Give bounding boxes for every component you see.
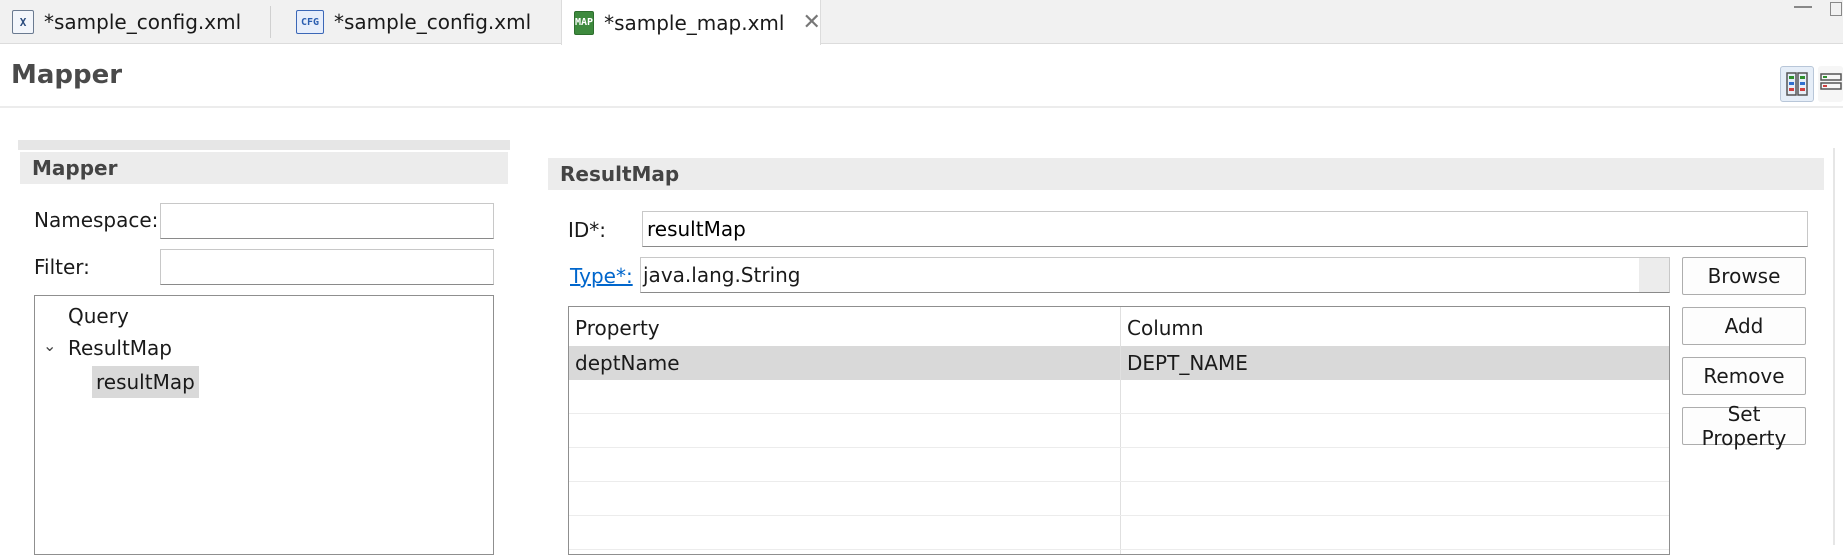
resultmap-section-header: ResultMap bbox=[548, 158, 1824, 190]
layout-list-icon bbox=[1819, 73, 1842, 90]
tab-sample-map-xml[interactable]: MAP *sample_map.xml ✕ bbox=[561, 0, 821, 45]
namespace-label: Namespace: bbox=[34, 208, 159, 232]
chevron-down-icon[interactable]: ⌄ bbox=[43, 336, 56, 355]
maximize-icon[interactable] bbox=[1830, 2, 1842, 16]
remove-button[interactable]: Remove bbox=[1682, 357, 1806, 395]
id-input[interactable] bbox=[642, 211, 1808, 247]
namespace-input[interactable] bbox=[160, 203, 494, 239]
layout-view-button[interactable] bbox=[1780, 66, 1814, 102]
minimize-icon[interactable] bbox=[1794, 6, 1812, 9]
id-label: ID*: bbox=[568, 218, 607, 242]
browse-button[interactable]: Browse bbox=[1682, 257, 1806, 295]
mapper-tree[interactable]: Query ⌄ ResultMap resultMap bbox=[34, 295, 494, 555]
column-header-property[interactable]: Property bbox=[569, 311, 1120, 345]
table-row-line bbox=[569, 481, 1669, 482]
type-value: java.lang.String bbox=[643, 263, 801, 287]
list-view-button[interactable] bbox=[1818, 66, 1843, 102]
table-cell-property[interactable]: deptName bbox=[569, 346, 1120, 380]
table-cell-column[interactable]: DEPT_NAME bbox=[1121, 346, 1669, 380]
tree-item-label: resultMap bbox=[96, 370, 195, 394]
table-row-line bbox=[569, 549, 1669, 550]
column-header-column[interactable]: Column bbox=[1121, 311, 1669, 345]
filter-input[interactable] bbox=[160, 249, 494, 285]
tree-item-query[interactable]: Query bbox=[68, 304, 129, 328]
tab-label: *sample_config.xml bbox=[334, 10, 532, 34]
tree-item-resultmap-child[interactable]: resultMap bbox=[92, 366, 199, 398]
section-title: Mapper bbox=[32, 156, 118, 180]
table-row-line bbox=[569, 515, 1669, 516]
tree-item-resultmap[interactable]: ResultMap bbox=[68, 336, 172, 360]
property-column-table[interactable]: Property Column deptName DEPT_NAME bbox=[568, 306, 1670, 555]
editor-tab-strip: X *sample_config.xml CFG *sample_config.… bbox=[0, 0, 1843, 45]
add-button[interactable]: Add bbox=[1682, 307, 1806, 345]
mapper-section-header: Mapper bbox=[20, 152, 508, 184]
table-row-line bbox=[569, 447, 1669, 448]
layout-grid-icon bbox=[1786, 72, 1808, 96]
tab-divider bbox=[270, 6, 271, 38]
tree-item-label: Query bbox=[68, 304, 129, 328]
section-title: ResultMap bbox=[560, 162, 680, 186]
type-input[interactable]: java.lang.String bbox=[640, 257, 1670, 293]
tab-label: *sample_config.xml bbox=[44, 10, 242, 34]
filter-label: Filter: bbox=[34, 255, 90, 279]
tab-sample-config-cfg[interactable]: CFG *sample_config.xml bbox=[284, 0, 531, 44]
panel-right-edge bbox=[1833, 148, 1835, 545]
set-property-button[interactable]: Set Property bbox=[1682, 402, 1806, 450]
map-file-icon: MAP bbox=[574, 10, 595, 35]
section-top-bar bbox=[18, 140, 510, 150]
type-link[interactable]: Type*: bbox=[570, 264, 633, 288]
config-file-icon: CFG bbox=[296, 10, 324, 34]
tab-label: *sample_map.xml bbox=[604, 10, 785, 35]
header-divider bbox=[0, 106, 1843, 108]
type-input-scroll bbox=[1639, 258, 1669, 292]
table-row-line bbox=[569, 413, 1669, 414]
close-icon[interactable]: ✕ bbox=[802, 10, 820, 35]
tree-item-label: ResultMap bbox=[68, 336, 173, 360]
page-title: Mapper bbox=[11, 60, 123, 90]
xml-file-icon: X bbox=[12, 10, 34, 34]
tab-sample-config-xml[interactable]: X *sample_config.xml bbox=[0, 0, 241, 44]
